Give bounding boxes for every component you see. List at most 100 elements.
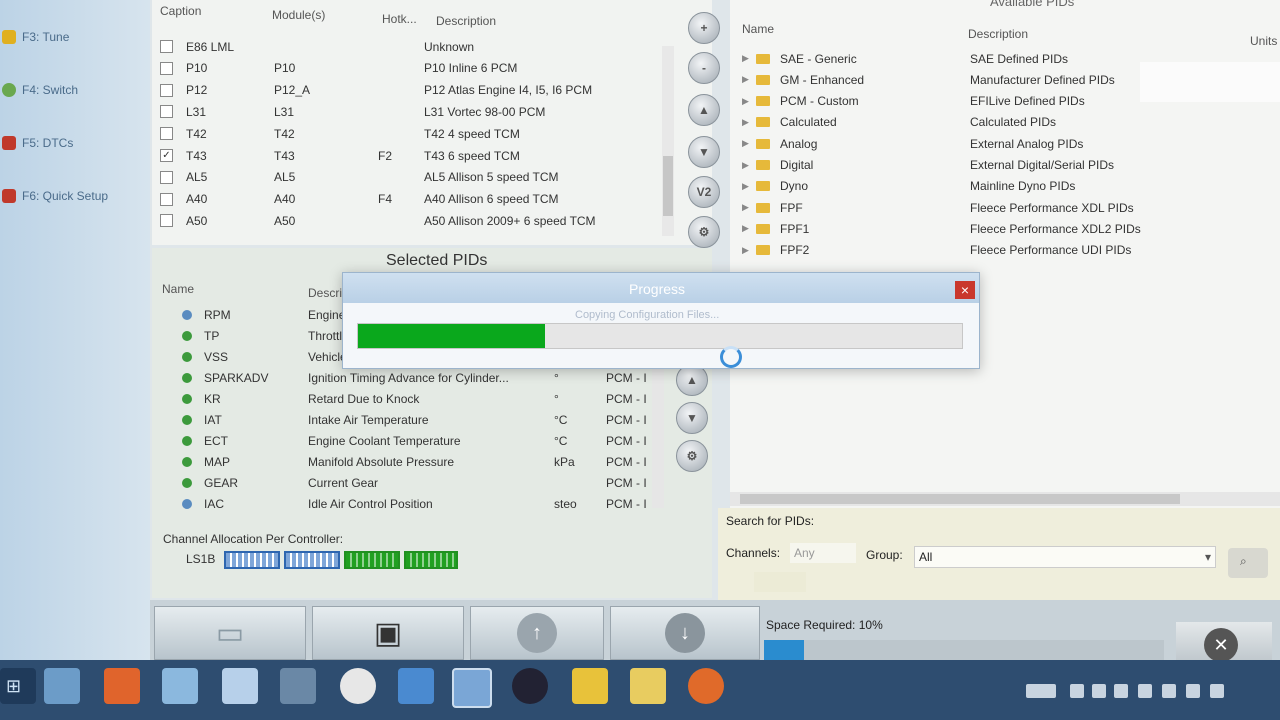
selected-pids-title: Selected PIDs — [386, 252, 488, 269]
pid-units: steo — [554, 496, 577, 511]
move-up-button[interactable]: ▲ — [688, 94, 720, 126]
expand-arrow-icon[interactable]: ▶ — [742, 138, 756, 149]
pid-units: ° — [554, 391, 559, 406]
expand-arrow-icon[interactable]: ▶ — [742, 223, 756, 234]
channel-allocation-label: Channel Allocation Per Controller: — [163, 532, 344, 546]
folder-icon — [756, 117, 770, 128]
controller-checkbox[interactable] — [160, 40, 173, 53]
selected-pid-row[interactable]: SPARKADV Ignition Timing Advance for Cyli… — [182, 367, 652, 388]
progress-bar-fill — [358, 324, 546, 348]
expand-arrow-icon[interactable]: ▶ — [742, 245, 756, 256]
controller-checkbox[interactable] — [160, 105, 173, 119]
available-pid-group[interactable]: ▶ Dyno Mainline Dyno PIDs — [742, 176, 1262, 197]
expand-arrow-icon[interactable]: ▶ — [742, 74, 756, 85]
tray-network-icon[interactable] — [1138, 684, 1152, 698]
save-button[interactable]: ▣ — [312, 606, 464, 660]
nav-item-quick-setup[interactable]: F6: Quick Setup — [0, 183, 150, 209]
channels-select[interactable]: Any — [790, 543, 856, 563]
taskbar-app-media[interactable] — [512, 668, 548, 704]
search-button[interactable]: ⌕ — [1228, 548, 1268, 578]
search-input[interactable] — [754, 572, 806, 592]
folder-icon — [756, 138, 770, 149]
available-pid-group[interactable]: ▶ Digital External Digital/Serial PIDs — [742, 155, 1262, 176]
controller-scrollbar[interactable] — [662, 46, 674, 236]
nav-item-dtcs[interactable]: F5: DTCs — [0, 130, 150, 156]
progress-close-button[interactable]: × — [955, 281, 975, 299]
start-button[interactable]: ⊞ — [0, 668, 36, 704]
remove-button[interactable]: - — [688, 52, 720, 84]
pid-settings-button[interactable]: ⚙ — [676, 440, 708, 472]
controller-row[interactable]: E86 LML Unknown — [160, 36, 660, 57]
open-button[interactable]: ▭ — [154, 606, 306, 660]
controller-checkbox[interactable] — [160, 214, 173, 228]
taskbar-app-firefox[interactable] — [688, 668, 724, 704]
controller-row[interactable]: T42 T42 T42 4 speed TCM — [160, 123, 660, 144]
selected-pid-row[interactable]: KR Retard Due to Knock ° PCM - I — [182, 388, 652, 409]
selected-pid-row[interactable]: IAC Idle Air Control Position steo PCM - I — [182, 493, 652, 514]
controller-row[interactable]: AL5 AL5 AL5 Allison 5 speed TCM — [160, 167, 660, 188]
taskbar-app-safari[interactable] — [340, 668, 376, 704]
controller-row[interactable]: L31 L31 L31 Vortec 98-00 PCM — [160, 101, 660, 122]
taskbar-app-tuner[interactable] — [572, 668, 608, 704]
expand-arrow-icon[interactable]: ▶ — [742, 202, 756, 213]
controller-checkbox[interactable] — [160, 192, 173, 206]
controller-row[interactable]: A40 A40 F4 A40 Allison 6 speed TCM — [160, 189, 660, 210]
available-pid-group[interactable]: ▶ FPF Fleece Performance XDL PIDs — [742, 197, 1262, 218]
controller-list-panel: Caption Module(s) Hotk... Description E8… — [152, 0, 720, 248]
move-down-button[interactable]: ▼ — [688, 136, 720, 168]
available-pid-group[interactable]: ▶ FPF1 Fleece Performance XDL2 PIDs — [742, 218, 1262, 239]
tray-power-icon[interactable] — [1210, 684, 1224, 698]
controller-row[interactable]: A50 A50 A50 Allison 2009+ 6 speed TCM — [160, 210, 660, 231]
add-button[interactable]: + — [688, 12, 720, 44]
close-icon: ✕ — [1204, 628, 1238, 662]
controller-checkbox[interactable] — [160, 170, 173, 184]
controller-row[interactable]: P10 P10 P10 Inline 6 PCM — [160, 58, 660, 79]
taskbar-app-folder[interactable] — [630, 668, 666, 704]
upload-button[interactable]: ↑ — [470, 606, 604, 660]
taskbar-app-desktop[interactable] — [44, 668, 80, 704]
taskbar-app-tools[interactable] — [104, 668, 140, 704]
taskbar-app-network[interactable] — [280, 668, 316, 704]
available-pid-group[interactable]: ▶ Calculated Calculated PIDs — [742, 112, 1262, 133]
tray-wifi-icon[interactable] — [1162, 684, 1176, 698]
available-pid-group[interactable]: ▶ FPF2 Fleece Performance UDI PIDs — [742, 240, 1262, 261]
pid-group-description: External Analog PIDs — [970, 136, 1084, 151]
nav-item-switch[interactable]: F4: Switch — [0, 77, 150, 103]
settings-button[interactable]: ⚙ — [688, 216, 720, 248]
taskbar-app-remote[interactable] — [398, 668, 434, 704]
controller-row[interactable]: P12 P12_A P12 Atlas Engine I4, I5, I6 PCM — [160, 80, 660, 101]
download-button[interactable]: ↓ — [610, 606, 760, 660]
language-indicator[interactable] — [1026, 684, 1056, 698]
available-pid-group[interactable]: ▶ Analog External Analog PIDs — [742, 133, 1262, 154]
expand-arrow-icon[interactable]: ▶ — [742, 117, 756, 128]
controller-checkbox[interactable]: ✓ — [160, 149, 173, 162]
selected-pid-row[interactable]: MAP Manifold Absolute Pressure kPa PCM - I — [182, 451, 652, 472]
selected-pid-row[interactable]: IAT Intake Air Temperature °C PCM - I — [182, 409, 652, 430]
expand-arrow-icon[interactable]: ▶ — [742, 160, 756, 171]
expand-arrow-icon[interactable]: ▶ — [742, 53, 756, 64]
tray-volume-icon[interactable] — [1186, 684, 1200, 698]
tray-chevron-icon[interactable] — [1070, 684, 1084, 698]
move-down-pid-button[interactable]: ▼ — [676, 402, 708, 434]
controller-description: A50 Allison 2009+ 6 speed TCM — [424, 213, 596, 228]
taskbar-app-document[interactable] — [222, 668, 258, 704]
taskbar-app-efilive[interactable] — [452, 668, 492, 708]
controller-checkbox[interactable] — [160, 61, 173, 75]
group-select[interactable]: All ▾ — [914, 546, 1216, 568]
nav-item-tune[interactable]: F3: Tune — [0, 24, 150, 50]
tray-flag-icon[interactable] — [1114, 684, 1128, 698]
selected-pid-row[interactable]: ECT Engine Coolant Temperature °C PCM - I — [182, 430, 652, 451]
tray-device-icon[interactable] — [1092, 684, 1106, 698]
expand-arrow-icon[interactable]: ▶ — [742, 181, 756, 192]
selected-pid-row[interactable]: GEAR Current Gear PCM - I — [182, 472, 652, 493]
v2-button[interactable]: V2 — [688, 176, 720, 208]
scrollbar-thumb[interactable] — [663, 156, 673, 216]
scrollbar-thumb[interactable] — [740, 494, 1180, 504]
pid-group-name: PCM - Custom — [780, 94, 859, 109]
controller-row[interactable]: ✓ T43 T43 F2 T43 6 speed TCM — [160, 145, 660, 166]
controller-checkbox[interactable] — [160, 127, 173, 141]
controller-checkbox[interactable] — [160, 83, 173, 97]
expand-arrow-icon[interactable]: ▶ — [742, 96, 756, 107]
horizontal-scrollbar[interactable] — [730, 492, 1280, 506]
taskbar-app-explorer[interactable] — [162, 668, 198, 704]
